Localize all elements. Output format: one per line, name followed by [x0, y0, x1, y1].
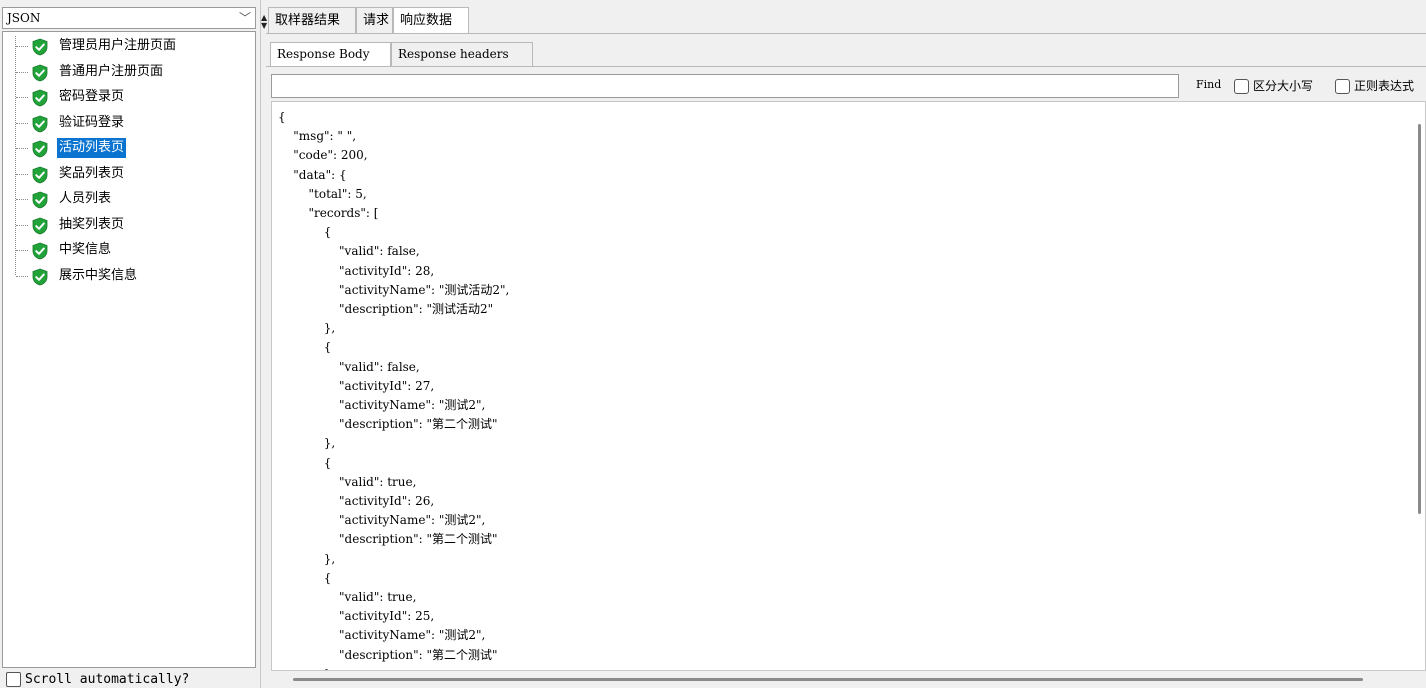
scroll-automatically-checkbox[interactable]: Scroll automatically?	[6, 672, 189, 688]
response-sub-tab-label: Response Body	[277, 47, 370, 61]
regex-checkbox[interactable]: 正则表达式	[1335, 77, 1414, 95]
tree-branch-line	[16, 275, 28, 277]
results-tree-panel: JSON ﹀ 管理员用户注册页面 普通用户注册页面 密码登录页验证码登录活动列表页奖…	[0, 0, 260, 688]
sampler-tree: 管理员用户注册页面 普通用户注册页面 密码登录页验证码登录活动列表页奖品列表页人员列…	[2, 31, 256, 668]
tree-item-label: 奖品列表页	[59, 165, 125, 181]
main-tab[interactable]: 取样器结果	[268, 7, 356, 33]
success-shield-icon	[32, 89, 48, 107]
horizontal-scrollbar[interactable]	[293, 678, 1363, 681]
tree-branch-line	[16, 250, 28, 251]
case-sensitive-label: 区分大小写	[1253, 79, 1314, 93]
response-sub-tab[interactable]: Response Body	[270, 42, 391, 66]
tree-branch-line	[16, 148, 28, 149]
success-shield-icon	[32, 242, 48, 260]
tree-item[interactable]: 普通用户注册页面	[3, 61, 253, 83]
renderer-select[interactable]: JSON ﹀	[2, 7, 256, 29]
tree-item-label: 中奖信息	[59, 242, 112, 257]
response-sub-tab-label: Response headers	[398, 47, 509, 61]
tree-item[interactable]: 活动列表页	[3, 137, 253, 159]
renderer-select-value: JSON	[7, 11, 41, 25]
tree-item-label: 验证码登录	[59, 114, 125, 130]
success-shield-icon	[32, 217, 48, 234]
tree-branch-line	[16, 173, 28, 175]
result-detail-panel: 取样器结果 请求 响应数据 Response Body Response header…	[266, 0, 1426, 688]
tree-item[interactable]: 抽奖列表页	[3, 214, 253, 236]
tab-divider	[266, 33, 1426, 34]
tree-item[interactable]: 密码登录页	[3, 86, 253, 108]
checkbox-icon[interactable]	[1234, 79, 1249, 94]
checkbox-icon[interactable]	[6, 672, 21, 687]
tree-item-label: 普通用户注册页面	[59, 63, 164, 79]
tree-item[interactable]: 验证码登录	[3, 112, 253, 134]
find-input[interactable]	[271, 74, 1179, 98]
response-sub-tab[interactable]: Response headers	[391, 42, 533, 66]
chevron-down-icon[interactable]: ﹀	[239, 8, 251, 28]
success-shield-icon	[32, 64, 48, 81]
success-shield-icon	[32, 115, 48, 132]
tree-item-label: 抽奖列表页	[59, 216, 125, 232]
response-body-text: { "msg": " ", "code": 200, "data": { "to…	[278, 110, 510, 670]
main-tab-label: 请求	[363, 13, 390, 28]
case-sensitive-checkbox[interactable]: 区分大小写	[1234, 77, 1313, 95]
scroll-automatically-label: Scroll automatically?	[25, 672, 190, 687]
success-shield-icon	[32, 140, 48, 158]
tree-item-label: 人员列表	[59, 191, 112, 206]
main-tab-label: 响应数据	[400, 13, 453, 28]
tree-branch-line	[16, 97, 28, 98]
regex-label: 正则表达式	[1354, 79, 1415, 93]
tree-branch-line	[16, 224, 28, 226]
tree-item[interactable]: 人员列表	[3, 188, 253, 210]
success-shield-icon	[32, 191, 48, 209]
success-shield-icon	[32, 268, 48, 285]
checkbox-icon[interactable]	[1335, 79, 1350, 94]
tree-branch-line	[16, 122, 28, 124]
tree-item[interactable]: 展示中奖信息	[3, 265, 253, 287]
tree-item-label: 管理员用户注册页面	[59, 38, 177, 53]
main-tab-label: 取样器结果	[275, 13, 341, 28]
tree-item[interactable]: 奖品列表页	[3, 163, 253, 185]
success-shield-icon	[32, 38, 48, 56]
tree-item-label: 展示中奖信息	[59, 267, 138, 283]
vertical-scrollbar[interactable]	[1418, 124, 1421, 514]
main-tab[interactable]: 请求	[356, 7, 393, 33]
tree-item-label: 活动列表页	[57, 138, 127, 158]
tree-item-label: 密码登录页	[59, 89, 125, 104]
response-body-viewer[interactable]: { "msg": " ", "code": 200, "data": { "to…	[271, 101, 1426, 671]
sub-tab-divider	[266, 66, 1426, 67]
main-tab[interactable]: 响应数据	[393, 7, 469, 33]
tree-item[interactable]: 管理员用户注册页面	[3, 35, 253, 57]
tree-item[interactable]: 中奖信息	[3, 239, 253, 261]
tree-branch-line	[16, 71, 28, 73]
find-label: Find	[1196, 78, 1222, 91]
success-shield-icon	[32, 166, 48, 183]
tree-branch-line	[16, 199, 28, 200]
tree-branch-line	[16, 46, 28, 47]
